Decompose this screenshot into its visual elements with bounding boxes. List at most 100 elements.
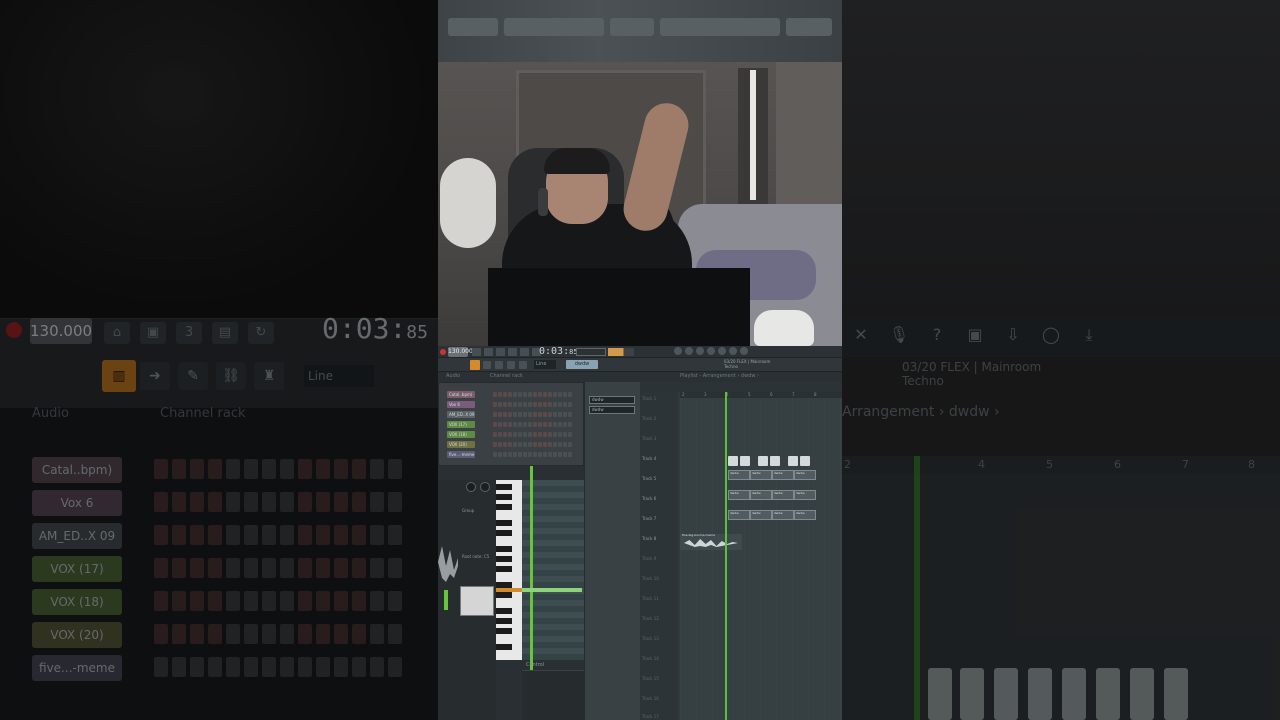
chat-icon[interactable] — [729, 347, 737, 355]
countdown-icon[interactable] — [496, 348, 505, 356]
channel-row[interactable]: five...-meme — [447, 451, 583, 459]
pattern-clip[interactable]: dwdw — [794, 510, 816, 520]
channel-row[interactable]: VOX (18) — [447, 431, 583, 439]
metronome-icon[interactable] — [472, 348, 481, 356]
help-icon[interactable] — [696, 347, 704, 355]
pattern-clip[interactable]: dwdw — [772, 470, 794, 480]
track-label[interactable]: Track 15 — [642, 676, 659, 681]
track-label[interactable]: Track 8 — [642, 536, 656, 541]
track-labels: Track 1 Track 2 Track 3 Track 4 Track 5 … — [640, 392, 678, 720]
brush-icon[interactable] — [495, 361, 503, 369]
sneaker — [754, 310, 814, 346]
clip-header[interactable] — [740, 456, 750, 466]
channel-name[interactable]: Catal..bpm) — [447, 391, 475, 398]
arrow-icon[interactable] — [483, 361, 491, 369]
track-label[interactable]: Track 12 — [642, 616, 659, 621]
loop-record-icon[interactable] — [520, 348, 529, 356]
channel-row[interactable]: AM_ED..X 09 — [447, 411, 583, 419]
track-label[interactable]: Track 4 — [642, 456, 656, 461]
note[interactable] — [522, 588, 582, 592]
pan-knob[interactable] — [466, 482, 476, 492]
playlist: Track 1 Track 2 Track 3 Track 4 Track 5 … — [640, 382, 842, 720]
instrument-channel-strip: Group Root note: C5 — [438, 480, 496, 720]
link-icon[interactable] — [507, 361, 515, 369]
track-label[interactable]: Track 13 — [642, 636, 659, 641]
news-ticker[interactable]: 03/20 FLEX | Mainroom Techno — [724, 359, 770, 369]
channel-name[interactable]: Vox 6 — [447, 401, 475, 408]
pattern-clip[interactable]: dwdw — [794, 470, 816, 480]
plush-toy — [440, 158, 496, 248]
close-icon[interactable] — [674, 347, 682, 355]
wait-icon[interactable] — [484, 348, 493, 356]
transport-bar: 130.000 0:03:85 — [438, 346, 842, 358]
pattern-mode-button[interactable] — [470, 360, 480, 370]
event-editor[interactable] — [522, 670, 584, 720]
save-icon[interactable] — [707, 347, 715, 355]
channel-row[interactable]: Catal..bpm) — [447, 391, 583, 399]
stamp-icon[interactable] — [519, 361, 527, 369]
track-label[interactable]: Track 3 — [642, 436, 656, 441]
playlist-title[interactable]: Playlist - Arrangement › dwdw › — [680, 373, 759, 379]
channel-name[interactable]: VOX (18) — [447, 431, 475, 438]
track-label[interactable]: Track 17 — [642, 714, 659, 719]
channel-name[interactable]: AM_ED..X 09 — [447, 411, 475, 418]
piano-keys[interactable] — [496, 480, 522, 660]
track-label[interactable]: Track 10 — [642, 576, 659, 581]
pattern-clip[interactable]: dwdw — [772, 510, 794, 520]
track-label[interactable]: Track 2 — [642, 416, 656, 421]
pattern-clip[interactable]: dwdw — [750, 510, 772, 520]
clip-header[interactable] — [770, 456, 780, 466]
usb-icon[interactable] — [718, 347, 726, 355]
track-label[interactable]: Track 11 — [642, 596, 659, 601]
track-label[interactable]: Track 16 — [642, 696, 659, 701]
audio-menu[interactable]: Audio — [446, 373, 460, 379]
audio-clip-label: five-big-booms-meme — [682, 533, 715, 537]
pattern-clip[interactable]: dwdw — [728, 490, 750, 500]
tempo-display[interactable]: 130.000 — [448, 347, 473, 357]
track-label[interactable]: Track 5 — [642, 476, 656, 481]
pattern-clip[interactable]: dwdw — [728, 510, 750, 520]
playlist-playhead[interactable] — [725, 392, 727, 720]
playlist-grid[interactable] — [680, 398, 842, 720]
pattern-browser: dwdw dwdw — [584, 382, 640, 720]
pattern-clip[interactable]: dwdw — [728, 470, 750, 480]
channel-name[interactable]: VOX (17) — [447, 421, 475, 428]
pattern-clip[interactable]: dwdw — [794, 490, 816, 500]
step-edit-icon[interactable] — [508, 348, 517, 356]
clip-header[interactable] — [758, 456, 768, 466]
oscilloscope — [576, 348, 606, 356]
channel-name[interactable]: VOX (20) — [447, 441, 475, 448]
track-label[interactable]: Track 7 — [642, 516, 656, 521]
pattern-clip[interactable]: dwdw — [772, 490, 794, 500]
channel-rack-title[interactable]: Channel rack — [490, 373, 523, 379]
clip-header[interactable] — [728, 456, 738, 466]
clip-header[interactable] — [800, 456, 810, 466]
channel-row[interactable]: VOX (20) — [447, 441, 583, 449]
pattern-item[interactable]: dwdw — [589, 396, 635, 404]
pattern-clip[interactable]: dwdw — [750, 490, 772, 500]
track-label[interactable]: Track 14 — [642, 656, 659, 661]
volume-knob[interactable] — [480, 482, 490, 492]
window — [738, 68, 768, 208]
channel-name[interactable]: five...-meme — [447, 451, 475, 458]
snap-select[interactable]: Line — [534, 360, 556, 369]
channel-row[interactable]: Vox 6 — [447, 401, 583, 409]
microphone-icon[interactable] — [685, 347, 693, 355]
pattern-selector[interactable]: dwdw — [566, 360, 598, 369]
fl-studio-window: 130.000 0:03:85 Line dwdw 03/20 FLEX | M… — [438, 346, 842, 720]
clip-header[interactable] — [788, 456, 798, 466]
pattern-item[interactable]: dwdw — [589, 406, 635, 414]
pattern-clip[interactable]: dwdw — [750, 470, 772, 480]
channel-row[interactable]: VOX (17) — [447, 421, 583, 429]
track-label[interactable]: Track 6 — [642, 496, 656, 501]
blurred-top-bar — [438, 0, 842, 62]
download-icon[interactable] — [740, 347, 748, 355]
record-button[interactable] — [440, 349, 446, 355]
dim-overlay — [0, 0, 438, 720]
track-label[interactable]: Track 1 — [642, 396, 656, 401]
track-label[interactable]: Track 9 — [642, 556, 656, 561]
group-label: Group — [462, 508, 475, 513]
piano-instrument-icon[interactable] — [460, 586, 494, 616]
cpu-meter — [608, 348, 634, 356]
audio-clip[interactable]: five-big-booms-meme — [680, 533, 742, 550]
